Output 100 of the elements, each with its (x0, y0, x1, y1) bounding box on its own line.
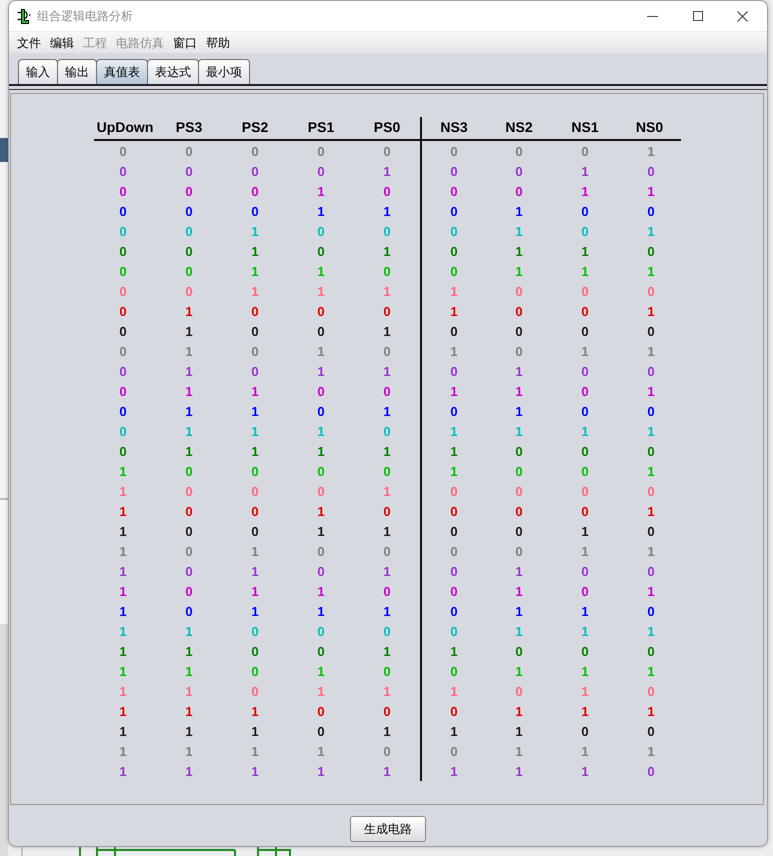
bit-value: 1 (317, 364, 325, 378)
column-header: PS3 (176, 119, 202, 135)
bit-value: 1 (251, 724, 259, 738)
bit-value: 0 (450, 564, 458, 578)
bit-value: 1 (185, 744, 193, 758)
bit-value: 0 (185, 464, 193, 478)
bit-value: 0 (383, 664, 391, 678)
bit-value: 1 (317, 684, 325, 698)
bit-value: 0 (251, 304, 259, 318)
bit-value: 1 (251, 604, 259, 618)
bit-value: 0 (119, 384, 127, 398)
bit-value: 0 (251, 144, 259, 158)
menu-item[interactable]: 窗口 (168, 34, 202, 52)
bit-value: 1 (647, 304, 655, 318)
bit-value: 0 (647, 684, 655, 698)
bit-value: 0 (515, 284, 523, 298)
bit-value: 1 (383, 444, 391, 458)
bit-value: 0 (515, 504, 523, 518)
bit-value: 1 (317, 504, 325, 518)
bit-value: 0 (185, 584, 193, 598)
bit-value: 0 (317, 384, 325, 398)
bit-value: 1 (185, 404, 193, 418)
bit-value: 1 (515, 724, 523, 738)
bit-value: 0 (185, 224, 193, 238)
bit-value: 1 (317, 264, 325, 278)
bit-value: 1 (647, 544, 655, 558)
bit-value: 0 (450, 364, 458, 378)
bit-value: 0 (185, 244, 193, 258)
bit-value: 1 (317, 524, 325, 538)
bit-value: 0 (383, 584, 391, 598)
bit-value: 1 (383, 404, 391, 418)
bit-value: 1 (383, 604, 391, 618)
bit-value: 0 (119, 244, 127, 258)
tab[interactable]: 输出 (57, 59, 97, 84)
bit-value: 1 (383, 244, 391, 258)
bit-value: 0 (647, 284, 655, 298)
generate-circuit-button[interactable]: 生成电路 (350, 816, 426, 842)
bit-value: 1 (317, 664, 325, 678)
bit-value: 0 (450, 524, 458, 538)
bit-value: 0 (383, 264, 391, 278)
bit-value: 0 (317, 724, 325, 738)
bit-value: 1 (647, 144, 655, 158)
bit-value: 1 (317, 584, 325, 598)
bit-value: 0 (317, 704, 325, 718)
bit-value: 0 (317, 324, 325, 338)
bit-value: 0 (251, 484, 259, 498)
bit-value: 0 (647, 644, 655, 658)
close-icon (737, 10, 748, 22)
bit-value: 0 (317, 164, 325, 178)
bit-value: 1 (185, 304, 193, 318)
menu-item[interactable]: 帮助 (202, 34, 234, 52)
bit-value: 1 (383, 364, 391, 378)
bit-value: 1 (515, 704, 523, 718)
bit-value: 1 (317, 424, 325, 438)
bit-value: 1 (515, 564, 523, 578)
menu-item[interactable]: 文件 (12, 34, 46, 52)
bit-value: 1 (450, 644, 458, 658)
bit-value: 1 (515, 384, 523, 398)
tab[interactable]: 表达式 (147, 59, 199, 84)
bit-value: 0 (581, 364, 589, 378)
bit-value: 1 (515, 204, 523, 218)
menu-item[interactable]: 编辑 (46, 34, 78, 52)
bit-value: 0 (185, 504, 193, 518)
bit-value: 1 (119, 764, 127, 778)
bit-value: 1 (119, 504, 127, 518)
tab[interactable]: 最小项 (198, 59, 250, 84)
bit-value: 0 (251, 624, 259, 638)
bit-value: 0 (119, 224, 127, 238)
bit-value: 0 (581, 584, 589, 598)
bit-value: 1 (581, 544, 589, 558)
bit-value: 1 (185, 424, 193, 438)
bit-value: 1 (383, 524, 391, 538)
bit-value: 1 (581, 744, 589, 758)
bit-value: 0 (515, 484, 523, 498)
bit-value: 0 (647, 364, 655, 378)
bit-value: 0 (185, 144, 193, 158)
bit-value: 1 (515, 624, 523, 638)
bit-value: 1 (383, 484, 391, 498)
bit-value: 1 (515, 744, 523, 758)
bit-value: 0 (185, 284, 193, 298)
bit-value: 1 (185, 384, 193, 398)
bit-value: 1 (515, 264, 523, 278)
bit-value: 0 (450, 204, 458, 218)
bit-value: 1 (119, 464, 127, 478)
bit-value: 1 (119, 624, 127, 638)
bit-value: 0 (185, 564, 193, 578)
bit-value: 0 (647, 404, 655, 418)
bit-value: 0 (647, 764, 655, 778)
bit-value: 1 (119, 584, 127, 598)
bit-value: 0 (450, 164, 458, 178)
bit-value: 1 (450, 724, 458, 738)
bit-value: 0 (515, 184, 523, 198)
tab[interactable]: 真值表 (96, 59, 148, 84)
bit-value: 0 (515, 524, 523, 538)
bit-value: 1 (185, 684, 193, 698)
tab[interactable]: 输入 (18, 59, 58, 84)
bit-value: 1 (383, 284, 391, 298)
bit-value: 1 (581, 424, 589, 438)
bit-value: 1 (185, 344, 193, 358)
column-header: UpDown (96, 119, 154, 135)
